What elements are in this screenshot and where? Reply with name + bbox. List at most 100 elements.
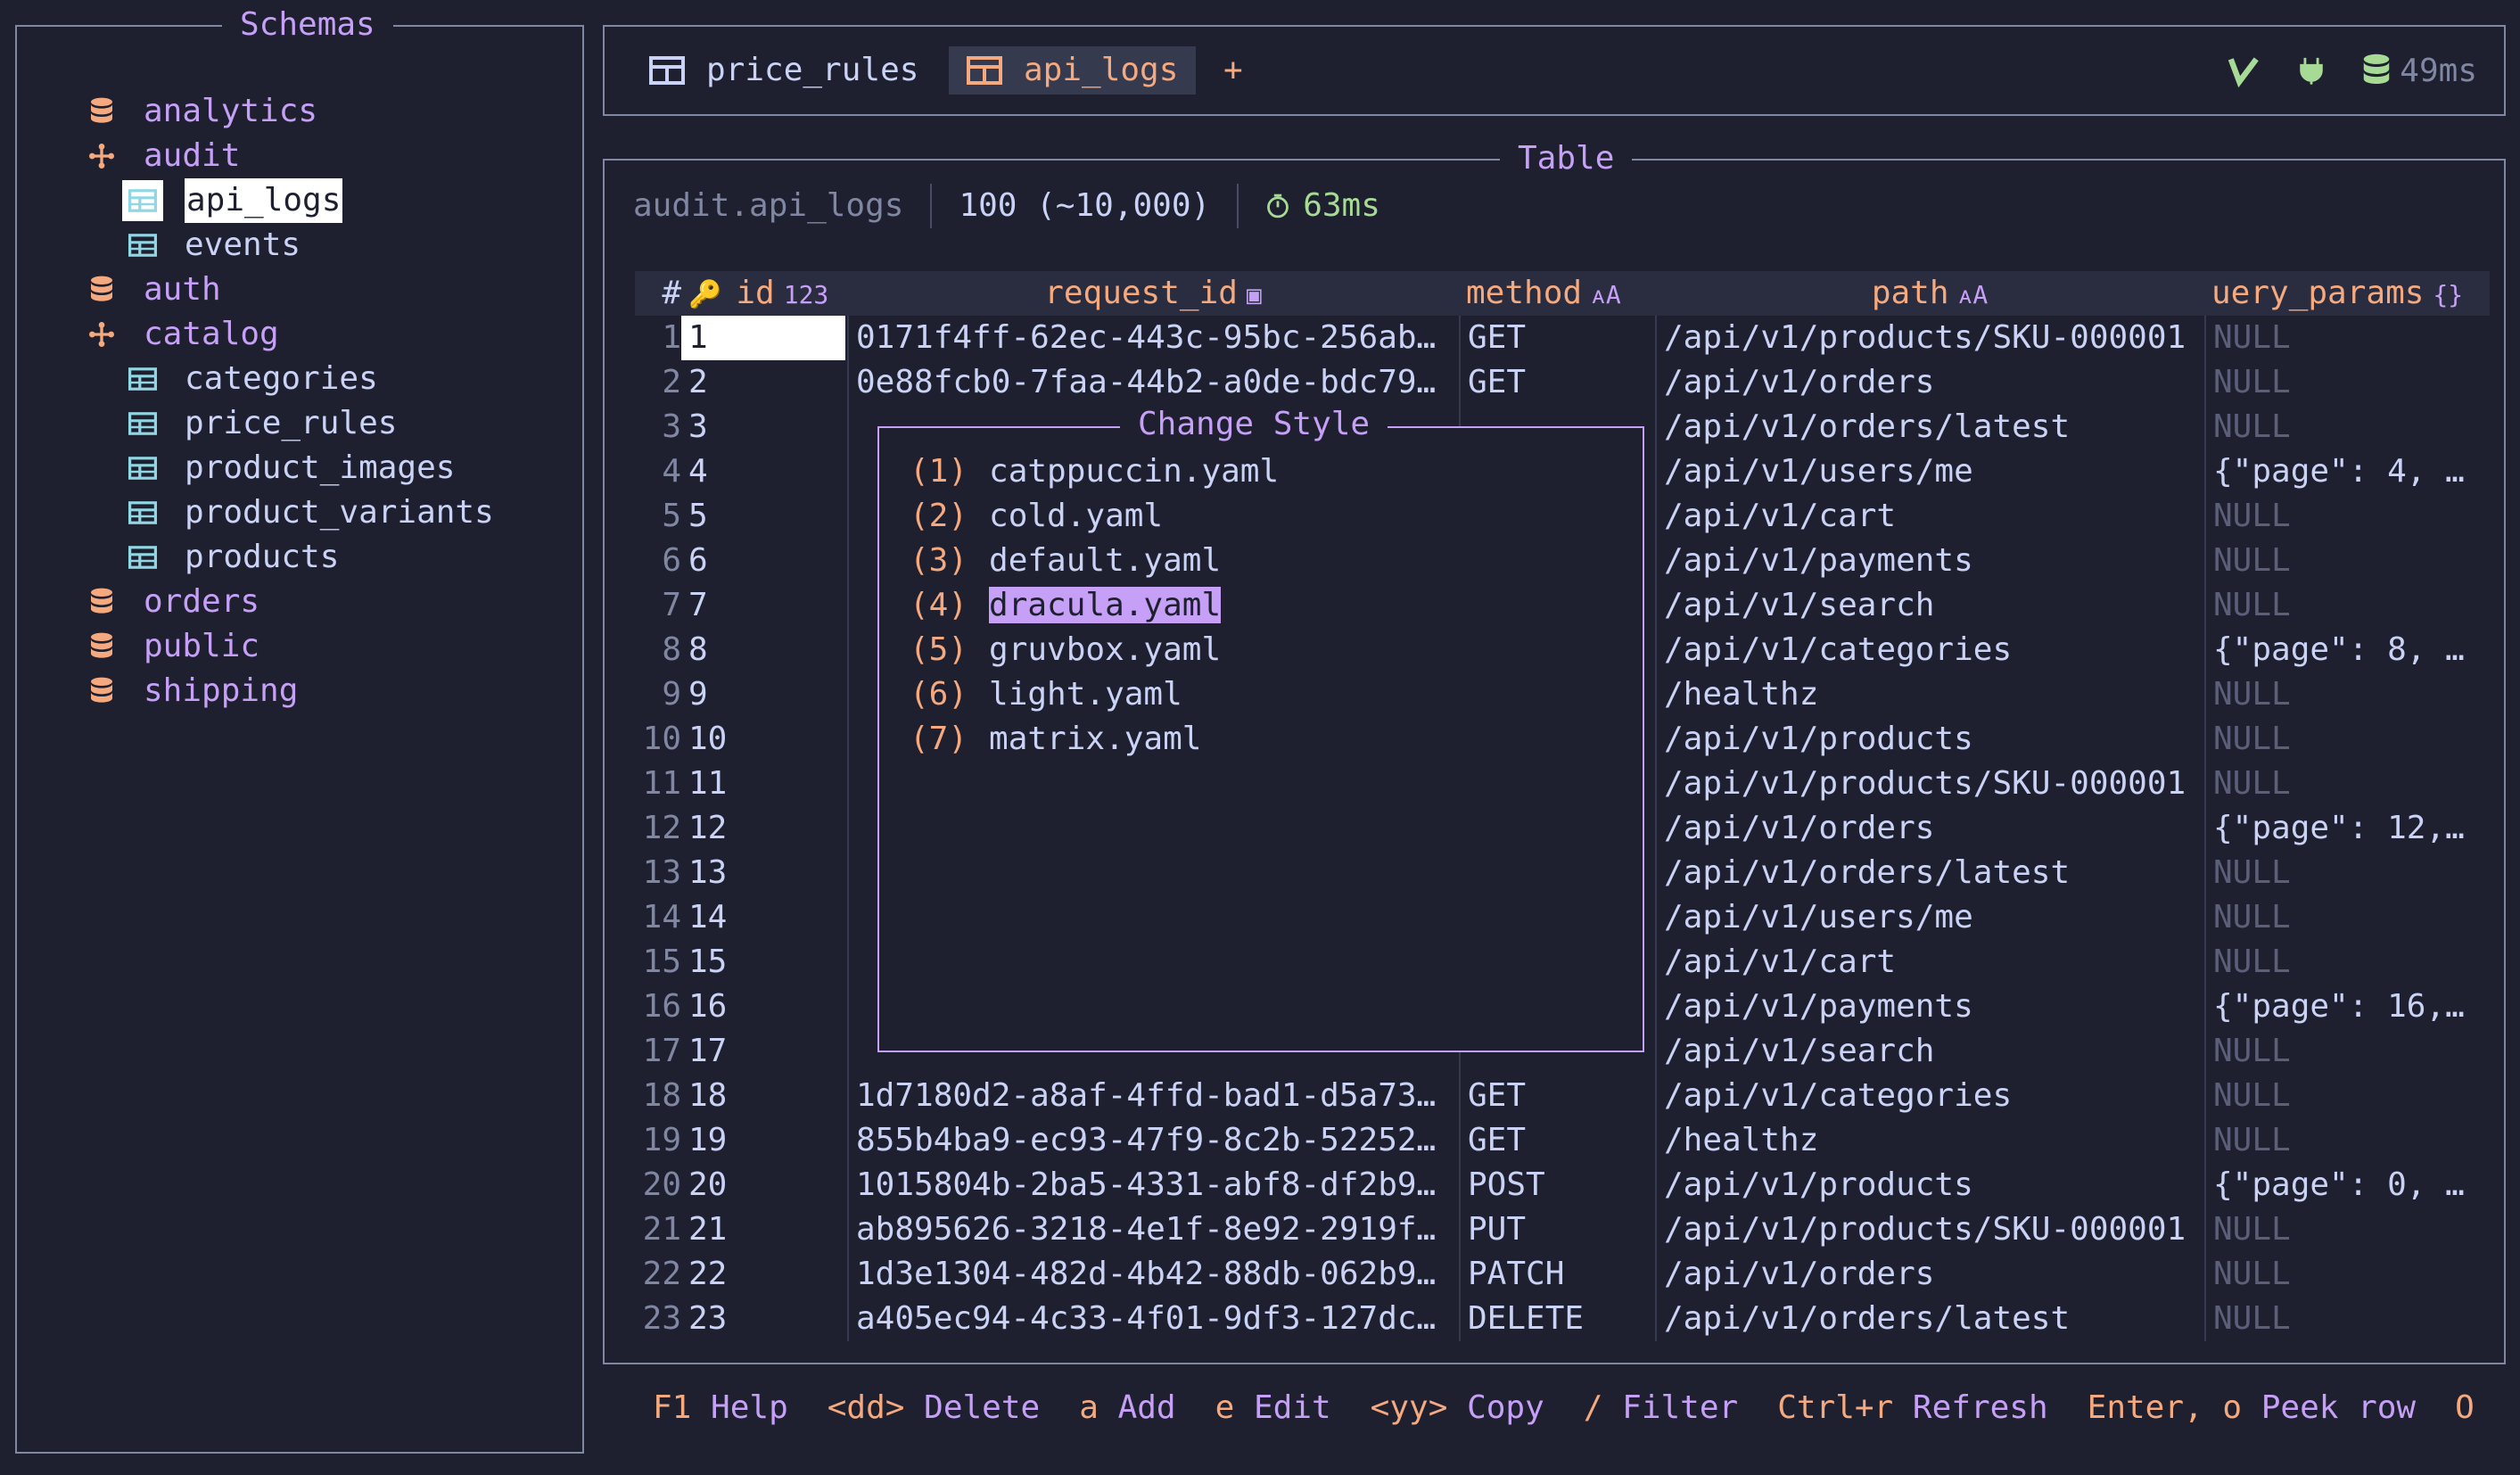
tree-item-api-logs[interactable]: api_logs: [122, 178, 343, 223]
table-cell[interactable]: 2: [681, 360, 847, 405]
table-cell[interactable]: /healthz: [1655, 672, 2204, 717]
table-cell[interactable]: PATCH: [1459, 1252, 1655, 1297]
table-cell[interactable]: 8: [681, 628, 847, 672]
column-header-id[interactable]: 🔑 id 123: [681, 271, 847, 316]
table-cell[interactable]: NULL: [2204, 316, 2490, 360]
tree-item-product-images[interactable]: product_images: [122, 446, 455, 490]
table-cell[interactable]: 5: [681, 494, 847, 539]
table-cell[interactable]: NULL: [2204, 1297, 2490, 1341]
table-cell[interactable]: /api/v1/products/SKU-000001: [1655, 1207, 2204, 1252]
tree-item-shipping[interactable]: shipping: [81, 669, 298, 713]
table-cell[interactable]: NULL: [2204, 895, 2490, 940]
column-header-query-params[interactable]: uery_params {}: [2204, 271, 2490, 316]
table-cell[interactable]: /api/v1/payments: [1655, 985, 2204, 1029]
table-cell[interactable]: GET: [1459, 360, 1655, 405]
table-cell[interactable]: /api/v1/products/SKU-000001: [1655, 762, 2204, 806]
table-cell[interactable]: 21: [681, 1207, 847, 1252]
table-cell[interactable]: 17: [681, 1029, 847, 1074]
table-cell[interactable]: /api/v1/users/me: [1655, 449, 2204, 494]
style-option-gruvbox[interactable]: (5) gruvbox.yaml: [910, 628, 1221, 672]
table-cell[interactable]: /api/v1/orders/latest: [1655, 405, 2204, 449]
table-cell[interactable]: 13: [681, 851, 847, 895]
table-cell[interactable]: /api/v1/cart: [1655, 494, 2204, 539]
tree-item-orders[interactable]: orders: [81, 580, 259, 624]
table-cell[interactable]: /api/v1/orders/latest: [1655, 1297, 2204, 1341]
style-option-default[interactable]: (3) default.yaml: [910, 539, 1221, 583]
table-cell[interactable]: NULL: [2204, 583, 2490, 628]
table-cell[interactable]: ab895626-3218-4e1f-8e92-2919f…: [847, 1207, 1459, 1252]
table-cell[interactable]: 23: [681, 1297, 847, 1341]
table-cell[interactable]: /api/v1/search: [1655, 1029, 2204, 1074]
table-cell[interactable]: {"page": 12,…: [2204, 806, 2490, 851]
column-header-request-id[interactable]: request_id ▣: [847, 271, 1459, 316]
table-cell[interactable]: /api/v1/products: [1655, 1163, 2204, 1207]
tree-item-product-variants[interactable]: product_variants: [122, 490, 494, 535]
table-cell[interactable]: 14: [681, 895, 847, 940]
table-cell[interactable]: 1d3e1304-482d-4b42-88db-062b9…: [847, 1252, 1459, 1297]
table-cell[interactable]: /api/v1/payments: [1655, 539, 2204, 583]
table-cell[interactable]: /api/v1/orders: [1655, 360, 2204, 405]
table-cell[interactable]: GET: [1459, 1074, 1655, 1118]
table-cell[interactable]: 12: [681, 806, 847, 851]
column-header-path[interactable]: path ᴀA: [1655, 271, 2204, 316]
table-cell[interactable]: NULL: [2204, 672, 2490, 717]
table-cell[interactable]: {"page": 16,…: [2204, 985, 2490, 1029]
table-cell[interactable]: 9: [681, 672, 847, 717]
table-cell[interactable]: NULL: [2204, 717, 2490, 762]
table-cell[interactable]: /api/v1/orders/latest: [1655, 851, 2204, 895]
table-cell[interactable]: NULL: [2204, 1207, 2490, 1252]
table-cell[interactable]: 18: [681, 1074, 847, 1118]
table-cell[interactable]: 10: [681, 717, 847, 762]
table-cell[interactable]: DELETE: [1459, 1297, 1655, 1341]
table-cell[interactable]: 16: [681, 985, 847, 1029]
table-cell[interactable]: POST: [1459, 1163, 1655, 1207]
table-cell[interactable]: 1: [681, 316, 845, 360]
table-cell[interactable]: NULL: [2204, 360, 2490, 405]
table-cell[interactable]: {"page": 4, …: [2204, 449, 2490, 494]
table-cell[interactable]: 855b4ba9-ec93-47f9-8c2b-52252…: [847, 1118, 1459, 1163]
table-cell[interactable]: {"page": 8, …: [2204, 628, 2490, 672]
table-cell[interactable]: /api/v1/search: [1655, 583, 2204, 628]
style-option-matrix[interactable]: (7) matrix.yaml: [910, 717, 1201, 762]
table-cell[interactable]: 6: [681, 539, 847, 583]
table-cell[interactable]: 1d7180d2-a8af-4ffd-bad1-d5a73…: [847, 1074, 1459, 1118]
table-cell[interactable]: /api/v1/cart: [1655, 940, 2204, 985]
table-cell[interactable]: /api/v1/orders: [1655, 806, 2204, 851]
table-cell[interactable]: NULL: [2204, 851, 2490, 895]
table-cell[interactable]: /api/v1/products/SKU-000001: [1655, 316, 2204, 360]
table-cell[interactable]: /api/v1/users/me: [1655, 895, 2204, 940]
table-cell[interactable]: 20: [681, 1163, 847, 1207]
column-header-method[interactable]: method ᴀA: [1459, 271, 1655, 316]
table-cell[interactable]: NULL: [2204, 494, 2490, 539]
table-cell[interactable]: /api/v1/categories: [1655, 628, 2204, 672]
style-option-dracula[interactable]: (4) dracula.yaml: [910, 583, 1222, 628]
table-cell[interactable]: GET: [1459, 316, 1655, 360]
table-cell[interactable]: 3: [681, 405, 847, 449]
table-cell[interactable]: 4: [681, 449, 847, 494]
table-cell[interactable]: 7: [681, 583, 847, 628]
table-cell[interactable]: /api/v1/categories: [1655, 1074, 2204, 1118]
table-cell[interactable]: /api/v1/products: [1655, 717, 2204, 762]
table-cell[interactable]: NULL: [2204, 1118, 2490, 1163]
add-tab-button[interactable]: +: [1223, 46, 1243, 95]
table-cell[interactable]: /api/v1/orders: [1655, 1252, 2204, 1297]
table-cell[interactable]: 22: [681, 1252, 847, 1297]
table-cell[interactable]: NULL: [2204, 1252, 2490, 1297]
table-cell[interactable]: 19: [681, 1118, 847, 1163]
column-header-rownum[interactable]: #: [635, 271, 681, 316]
table-cell[interactable]: {"page": 0, …: [2204, 1163, 2490, 1207]
table-cell[interactable]: a405ec94-4c33-4f01-9df3-127dc…: [847, 1297, 1459, 1341]
table-cell[interactable]: 0e88fcb0-7faa-44b2-a0de-bdc79…: [847, 360, 1459, 405]
tree-item-catalog[interactable]: catalog: [81, 312, 279, 357]
tree-item-products[interactable]: products: [122, 535, 339, 580]
tree-item-audit[interactable]: audit: [81, 134, 240, 178]
table-cell[interactable]: PUT: [1459, 1207, 1655, 1252]
tree-item-categories[interactable]: categories: [122, 357, 378, 401]
tree-item-public[interactable]: public: [81, 624, 259, 669]
table-cell[interactable]: NULL: [2204, 762, 2490, 806]
tree-item-analytics[interactable]: analytics: [81, 89, 317, 134]
tab-price-rules[interactable]: price_rules: [649, 46, 918, 95]
table-cell[interactable]: NULL: [2204, 1029, 2490, 1074]
table-cell[interactable]: 1015804b-2ba5-4331-abf8-df2b9…: [847, 1163, 1459, 1207]
table-cell[interactable]: /healthz: [1655, 1118, 2204, 1163]
